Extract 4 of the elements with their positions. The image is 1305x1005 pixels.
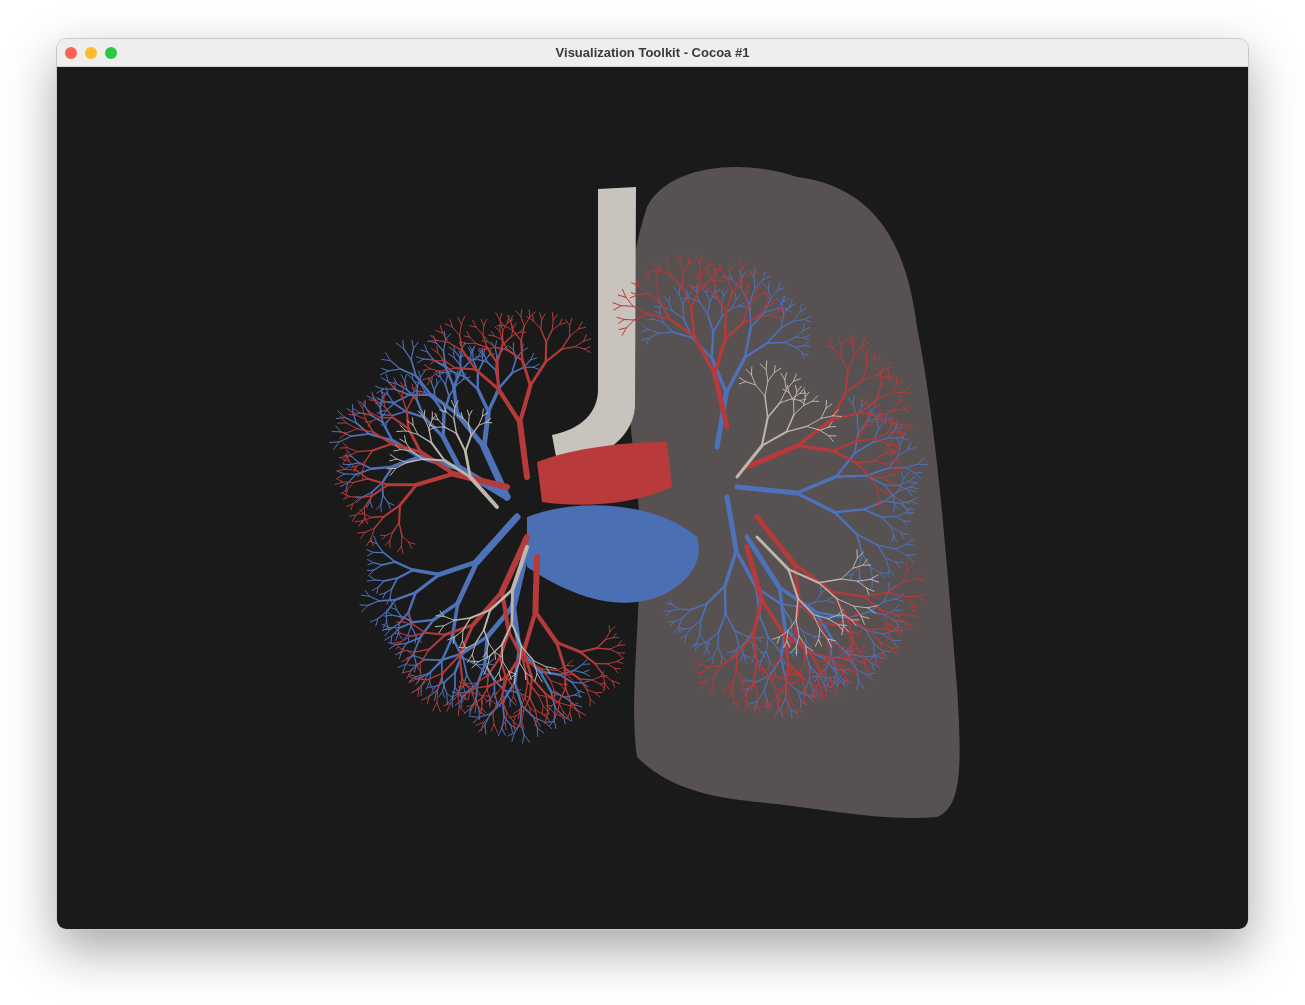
window-title: Visualization Toolkit - Cocoa #1 [555,43,750,62]
zoom-button[interactable] [105,47,117,59]
close-button[interactable] [65,47,77,59]
minimize-button[interactable] [85,47,97,59]
